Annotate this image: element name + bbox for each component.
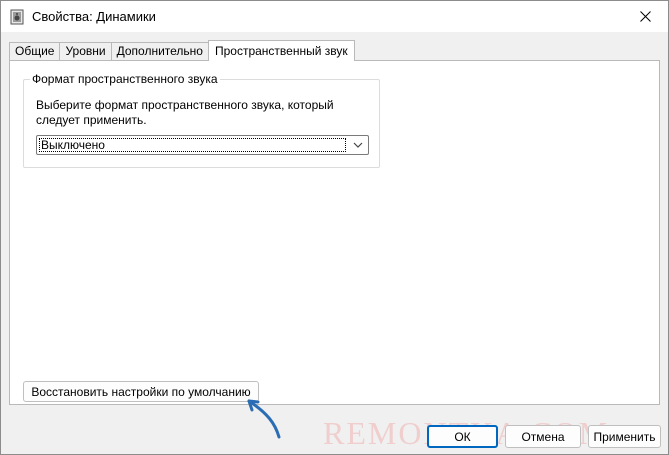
tab-strip: Общие Уровни Дополнительно Пространствен… bbox=[9, 40, 355, 61]
ok-button[interactable]: ОК bbox=[427, 425, 498, 448]
speaker-icon bbox=[10, 9, 24, 25]
tab-general[interactable]: Общие bbox=[9, 42, 61, 60]
group-label: Формат пространственного звука bbox=[30, 72, 220, 86]
properties-window: Свойства: Динамики Общие Уровни Дополнит… bbox=[0, 0, 669, 455]
title-bar: Свойства: Динамики bbox=[1, 1, 668, 32]
tab-levels[interactable]: Уровни bbox=[59, 42, 112, 60]
select-value: Выключено bbox=[39, 138, 346, 152]
cancel-button[interactable]: Отмена bbox=[505, 425, 581, 448]
close-button[interactable] bbox=[622, 1, 668, 32]
apply-button[interactable]: Применить bbox=[588, 425, 661, 448]
tab-panel: Формат пространственного звука Выберите … bbox=[9, 60, 660, 405]
group-description: Выберите формат пространственного звука,… bbox=[36, 98, 334, 127]
window-title: Свойства: Динамики bbox=[32, 9, 156, 24]
close-icon bbox=[639, 11, 651, 22]
tab-advanced[interactable]: Дополнительно bbox=[110, 42, 209, 60]
annotation-arrow-icon bbox=[247, 399, 281, 439]
tab-spatial-sound[interactable]: Пространственный звук bbox=[207, 40, 355, 61]
spatial-format-select[interactable]: Выключено bbox=[36, 135, 369, 155]
spatial-format-group: Формат пространственного звука Выберите … bbox=[23, 72, 380, 168]
restore-defaults-button[interactable]: Восстановить настройки по умолчанию bbox=[23, 381, 259, 402]
chevron-down-icon bbox=[353, 142, 363, 148]
